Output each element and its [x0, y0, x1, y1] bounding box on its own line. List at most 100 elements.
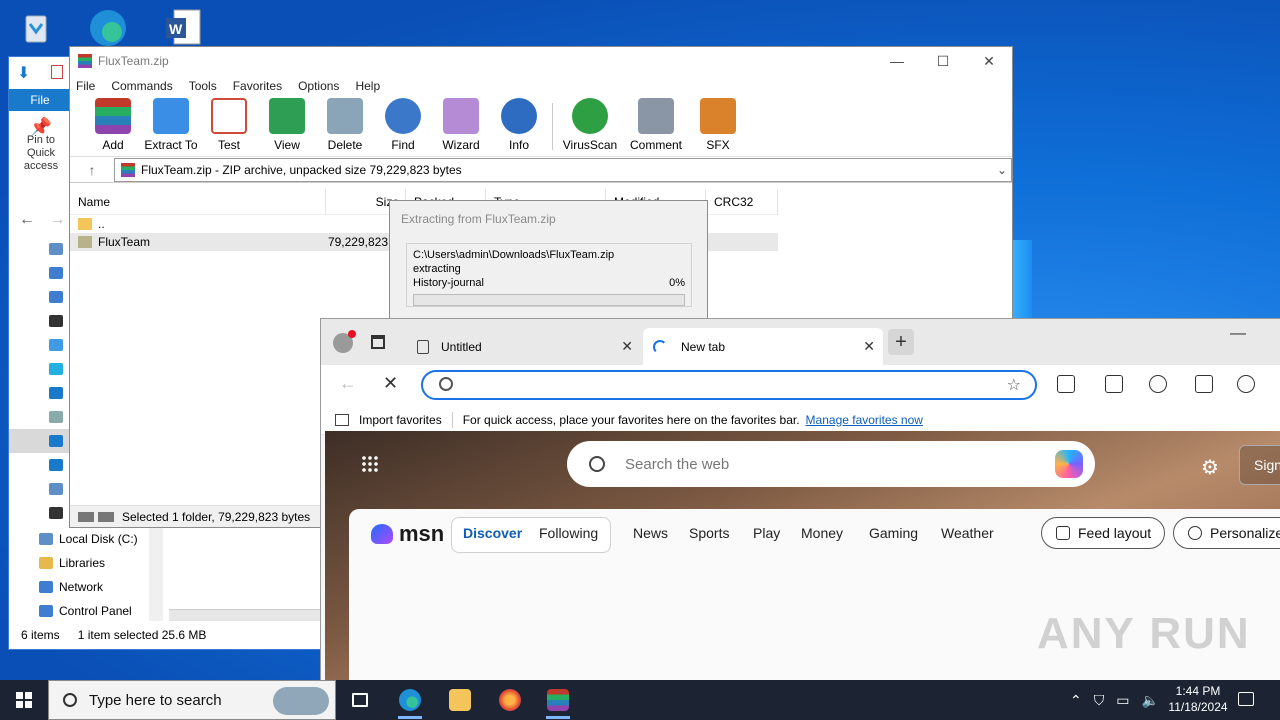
profile-avatar[interactable]: [333, 330, 356, 353]
vertical-scrollbar[interactable]: [149, 527, 163, 627]
close-button[interactable]: ✕: [966, 47, 1012, 75]
menu-commands[interactable]: Commands: [111, 79, 172, 93]
up-arrow-icon[interactable]: ↑: [70, 162, 114, 178]
menu-tools[interactable]: Tools: [189, 79, 217, 93]
settings-gear-icon[interactable]: ⚙: [1201, 455, 1219, 480]
nav-sports[interactable]: Sports: [689, 525, 729, 541]
favorite-star-icon[interactable]: ☆: [1007, 375, 1021, 395]
comment-button[interactable]: Comment: [623, 97, 689, 156]
close-tab-icon[interactable]: ✕: [621, 338, 633, 355]
nav-news[interactable]: News: [633, 525, 668, 541]
nav-play[interactable]: Play: [753, 525, 780, 541]
minimize-button[interactable]: —: [1230, 325, 1246, 343]
taskbar-clock[interactable]: 1:44 PM 11/18/2024: [1160, 683, 1236, 715]
properties-icon[interactable]: [51, 65, 63, 79]
recycle-bin-icon[interactable]: [14, 6, 58, 50]
security-icon[interactable]: ⛉: [1094, 692, 1105, 709]
windows-wallpaper-logo: [1012, 240, 1032, 320]
split-screen-icon[interactable]: [1105, 375, 1123, 393]
tree-item-local-disk[interactable]: Local Disk (C:): [9, 527, 161, 551]
import-favorites-button[interactable]: Import favorites: [359, 413, 442, 427]
navigation-pane-lower: Local Disk (C:) Libraries Network Contro…: [9, 527, 161, 623]
close-tab-icon[interactable]: ✕: [863, 338, 875, 355]
file-explorer-taskbar-icon[interactable]: [444, 684, 476, 716]
nav-money[interactable]: Money: [801, 525, 843, 541]
volume-icon[interactable]: 🔈: [1141, 692, 1158, 709]
find-button[interactable]: Find: [374, 97, 432, 156]
personalize-button[interactable]: Personalize: [1173, 517, 1280, 549]
sfx-button[interactable]: SFX: [689, 97, 747, 156]
archive-path-field[interactable]: FluxTeam.zip - ZIP archive, unpacked siz…: [114, 157, 1012, 182]
new-tab-button[interactable]: +: [888, 329, 914, 355]
document-icon: [417, 339, 429, 354]
view-book-icon: [269, 98, 305, 134]
winrar-taskbar-icon[interactable]: [542, 684, 574, 719]
msn-logo[interactable]: msn: [371, 521, 444, 547]
extensions-icon[interactable]: [1057, 375, 1075, 393]
extract-to-button[interactable]: Extract To: [142, 97, 200, 156]
edge-taskbar-icon[interactable]: [394, 684, 426, 719]
task-view-icon[interactable]: [344, 684, 376, 716]
delete-button[interactable]: Delete: [316, 97, 374, 156]
web-search-box[interactable]: Search the web: [567, 441, 1095, 487]
menu-file[interactable]: File: [76, 79, 95, 93]
menu-options[interactable]: Options: [298, 79, 339, 93]
tab-new-tab[interactable]: New tab ✕: [643, 328, 883, 365]
clock-time: 1:44 PM: [1175, 684, 1221, 698]
add-button[interactable]: Add: [84, 97, 142, 156]
word-desktop-icon[interactable]: W: [160, 6, 204, 50]
file-name: FluxTeam: [98, 235, 151, 249]
network-icon[interactable]: ▭: [1116, 692, 1129, 709]
edge-desktop-icon[interactable]: [86, 4, 130, 48]
chevron-up-icon[interactable]: ⌃: [1070, 692, 1082, 709]
nav-following[interactable]: Following: [539, 525, 598, 541]
minimize-button[interactable]: —: [874, 47, 920, 75]
stop-loading-icon[interactable]: ✕: [383, 373, 398, 394]
favorites-icon[interactable]: [1149, 375, 1167, 393]
collections-icon[interactable]: [1195, 375, 1213, 393]
start-button[interactable]: [0, 680, 48, 720]
wizard-button[interactable]: Wizard: [432, 97, 490, 156]
file-name: ..: [98, 217, 105, 231]
address-bar[interactable]: ☆: [421, 370, 1037, 400]
tab-actions-icon[interactable]: [371, 335, 385, 349]
tree-item-network[interactable]: Network: [9, 575, 161, 599]
chevron-down-icon[interactable]: ⌄: [993, 163, 1011, 177]
nav-weather[interactable]: Weather: [941, 525, 994, 541]
explorer-status-bar: 6 items 1 item selected 25.6 MB: [9, 621, 327, 649]
menu-help[interactable]: Help: [355, 79, 380, 93]
sign-in-button[interactable]: Sign: [1239, 445, 1280, 485]
download-arrow-icon[interactable]: ⬇: [17, 63, 30, 83]
notification-dot-icon: [348, 330, 356, 338]
firefox-taskbar-icon[interactable]: [494, 684, 526, 716]
favorites-hint: For quick access, place your favorites h…: [462, 412, 800, 427]
column-crc32[interactable]: CRC32: [706, 189, 778, 215]
app-launcher-icon[interactable]: [361, 455, 379, 473]
tab-untitled[interactable]: Untitled ✕: [407, 328, 641, 365]
info-button[interactable]: Info: [490, 97, 548, 156]
manage-favorites-link[interactable]: Manage favorites now: [806, 413, 923, 427]
forward-arrow-icon[interactable]: →: [49, 211, 65, 228]
virusscan-button[interactable]: VirusScan: [557, 97, 623, 156]
feed-layout-button[interactable]: Feed layout: [1041, 517, 1165, 549]
taskbar-search[interactable]: Type here to search: [48, 680, 336, 720]
nav-discover[interactable]: Discover: [463, 525, 522, 541]
tree-item-libraries[interactable]: Libraries: [9, 551, 161, 575]
file-tab[interactable]: File: [9, 89, 71, 111]
browser-essentials-icon[interactable]: [1237, 375, 1255, 393]
test-button[interactable]: Test: [200, 97, 258, 156]
menu-favorites[interactable]: Favorites: [233, 79, 282, 93]
tree-item-control-panel[interactable]: Control Panel: [9, 599, 161, 623]
pin-to-quick-access-button[interactable]: 📌 Pin to Quick access: [13, 118, 69, 173]
column-name[interactable]: Name: [70, 189, 326, 215]
view-button[interactable]: View: [258, 97, 316, 156]
system-tray: ⌃ ⛉ ▭ 🔈: [1070, 680, 1159, 720]
notification-icon[interactable]: [1238, 692, 1254, 706]
maximize-button[interactable]: ☐: [920, 47, 966, 75]
wizard-label: Wizard: [442, 138, 480, 152]
back-arrow-icon[interactable]: ←: [19, 211, 35, 228]
copilot-icon[interactable]: [1055, 450, 1083, 478]
nav-gaming[interactable]: Gaming: [869, 525, 918, 541]
back-arrow-icon[interactable]: ←: [339, 373, 357, 394]
taskbar: Type here to search ⌃ ⛉ ▭ 🔈 1:44 PM 11/1…: [0, 680, 1280, 720]
